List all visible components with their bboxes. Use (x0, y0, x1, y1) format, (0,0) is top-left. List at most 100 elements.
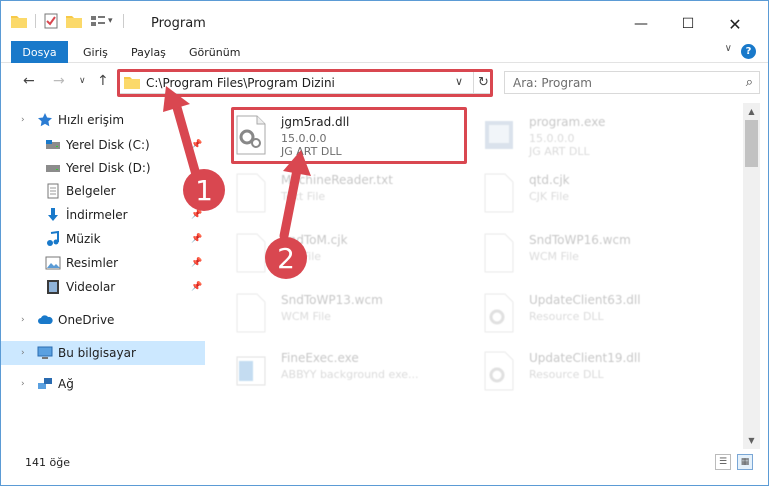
nav-documents[interactable]: Belgeler 📌 (1, 180, 205, 202)
file-icon (484, 173, 514, 213)
file-item-updateclient19[interactable]: UpdateClient19.dll Resource DLL (483, 347, 723, 397)
star-icon (38, 113, 52, 127)
dll-file-icon (484, 293, 514, 333)
file-type: Resource DLL (529, 368, 604, 381)
nav-local-disk-c[interactable]: Yerel Disk (C:) 📌 (1, 134, 205, 156)
back-button[interactable]: ← (23, 73, 35, 89)
nav-pictures[interactable]: Resimler 📌 (1, 252, 205, 274)
file-item-updateclient63[interactable]: UpdateClient63.dll Resource DLL (483, 289, 723, 339)
expand-icon[interactable]: › (21, 379, 25, 389)
drive-icon (46, 165, 60, 172)
tab-home[interactable]: Giriş (83, 41, 108, 63)
file-item-qtd[interactable]: qtd.cjk CJK File (483, 169, 723, 219)
ribbon-tabs: Dosya Giriş Paylaş Görünüm ∨ ? (1, 39, 768, 63)
close-button[interactable]: ✕ (712, 9, 758, 39)
item-count: 141 öğe (25, 456, 70, 469)
nav-label: Hızlı erişim (58, 113, 125, 127)
step-badge-1: 1 (183, 169, 225, 211)
up-button[interactable]: ↑ (97, 73, 109, 89)
help-button[interactable]: ? (741, 44, 756, 59)
expand-icon[interactable]: › (21, 315, 25, 325)
pin-icon[interactable]: 📌 (191, 234, 202, 244)
quick-access-toolbar: ▾ (11, 12, 134, 30)
nav-label: Yerel Disk (C:) (66, 138, 150, 152)
file-description: ABBYY background exe... (281, 368, 419, 381)
video-icon (47, 280, 59, 294)
vertical-scrollbar[interactable]: ▲ ▼ (743, 103, 760, 449)
pin-icon[interactable]: 📌 (191, 282, 202, 292)
folder-icon[interactable] (11, 14, 27, 28)
pictures-icon (45, 256, 61, 270)
large-icons-view-icon[interactable]: ▦ (737, 454, 753, 470)
pin-icon[interactable]: 📌 (191, 140, 202, 150)
file-icon (236, 293, 266, 333)
file-name: SndToWP13.wcm (281, 293, 383, 307)
file-item-fineexec[interactable]: FineExec.exe ABBYY background exe... (235, 347, 475, 397)
computer-icon (37, 346, 53, 359)
file-item-program[interactable]: program.exe 15.0.0.0 JG ART DLL (483, 111, 723, 161)
address-highlight-box (117, 69, 493, 97)
nav-label: OneDrive (58, 313, 115, 327)
search-input[interactable]: Ara: Program ⌕ (504, 71, 760, 94)
pin-icon[interactable]: 📌 (191, 258, 202, 268)
nav-label: Müzik (66, 232, 101, 246)
customize-icon[interactable] (90, 14, 106, 28)
nav-label: Bu bilgisayar (58, 346, 136, 360)
nav-music[interactable]: Müzik 📌 (1, 228, 205, 250)
file-type: WCM File (529, 250, 579, 263)
nav-local-disk-d[interactable]: Yerel Disk (D:) (1, 157, 205, 179)
file-name: UpdateClient19.dll (529, 351, 641, 365)
tab-view[interactable]: Görünüm (189, 41, 240, 63)
nav-downloads[interactable]: İndirmeler 📌 (1, 204, 205, 226)
pin-icon[interactable]: 📌 (191, 210, 202, 220)
scroll-down-icon[interactable]: ▼ (743, 432, 760, 449)
scroll-up-icon[interactable]: ▲ (743, 103, 760, 120)
nav-onedrive[interactable]: › OneDrive (1, 309, 205, 331)
expand-icon[interactable]: › (21, 348, 25, 358)
tab-file[interactable]: Dosya (11, 41, 68, 63)
forward-button[interactable]: → (53, 73, 65, 89)
file-type: Text File (281, 190, 326, 203)
nav-quick-access[interactable]: › Hızlı erişim (1, 109, 205, 131)
file-name: qtd.cjk (529, 173, 570, 187)
file-item-sndtowp16[interactable]: SndToWP16.wcm WCM File (483, 229, 723, 279)
expand-icon[interactable]: › (21, 115, 25, 125)
minimize-button[interactable]: — (618, 9, 664, 39)
step-badge-2: 2 (265, 237, 307, 279)
dropdown-arrow-icon[interactable]: ▾ (108, 16, 113, 26)
download-icon (48, 208, 58, 221)
nav-label: Videolar (66, 280, 116, 294)
music-icon (47, 231, 59, 246)
maximize-button[interactable]: ☐ (665, 9, 711, 39)
file-name: UpdateClient63.dll (529, 293, 641, 307)
file-item-sndtowp13[interactable]: SndToWP13.wcm WCM File (235, 289, 475, 339)
recent-dropdown-icon[interactable]: ∨ (79, 76, 86, 86)
navigation-pane: › Hızlı erişim Yerel Disk (C:) 📌 Yerel D… (1, 103, 207, 449)
nav-label: İndirmeler (66, 208, 128, 222)
file-type: CJK File (529, 190, 570, 203)
file-name: program.exe (529, 115, 606, 129)
address-row: ← → ∨ ↑ C:\Program Files\Program Dizini … (1, 63, 768, 103)
exe-file-icon (236, 356, 266, 386)
separator (122, 14, 124, 28)
nav-label: Yerel Disk (D:) (66, 161, 151, 175)
chevron-down-icon[interactable]: ∨ (725, 43, 732, 54)
properties-icon[interactable] (44, 13, 58, 29)
tab-share[interactable]: Paylaş (131, 41, 166, 63)
separator (35, 14, 36, 28)
file-item-machinereader[interactable]: MachineReader.txt Text File (235, 169, 475, 219)
nav-videos[interactable]: Videolar 📌 (1, 276, 205, 298)
file-icon (236, 233, 266, 273)
scroll-thumb[interactable] (745, 120, 758, 167)
nav-this-pc[interactable]: › Bu bilgisayar (1, 341, 205, 365)
new-folder-icon[interactable] (66, 14, 82, 28)
nav-network[interactable]: › Ağ (1, 373, 205, 395)
network-icon (38, 378, 52, 389)
nav-label: Resimler (66, 256, 119, 270)
search-placeholder: Ara: Program (513, 76, 592, 90)
file-name: FineExec.exe (281, 351, 359, 365)
file-highlight-box (231, 107, 467, 164)
search-icon[interactable]: ⌕ (746, 75, 753, 90)
title-bar: ▾ Program — ☐ ✕ (1, 1, 768, 39)
details-view-icon[interactable]: ☰ (715, 454, 731, 470)
